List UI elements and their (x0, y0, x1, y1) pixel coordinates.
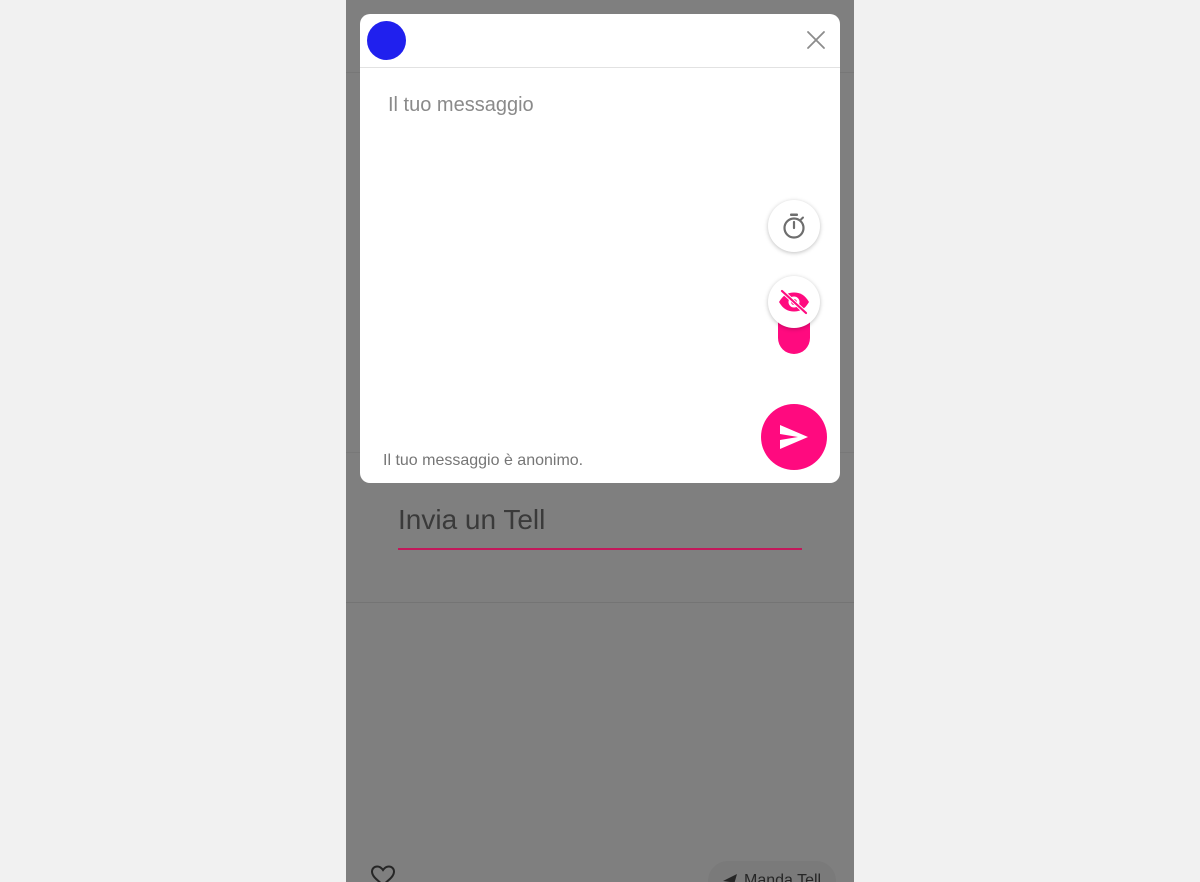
eye-off-icon (779, 289, 809, 315)
timer-button[interactable] (768, 200, 820, 252)
compose-modal: Il tuo messaggio è anonimo. (360, 14, 840, 483)
anonymous-note: Il tuo messaggio è anonimo. (383, 452, 584, 469)
visibility-toggle-button[interactable] (768, 276, 820, 328)
content-divider (346, 602, 854, 603)
invia-tell-text: Invia un Tell (398, 504, 546, 535)
send-button[interactable] (761, 404, 827, 470)
paper-plane-icon (723, 874, 737, 882)
close-icon[interactable] (806, 30, 826, 50)
stopwatch-icon (783, 213, 805, 239)
message-input[interactable] (388, 94, 748, 414)
send-icon (780, 425, 808, 449)
modal-header (360, 14, 840, 68)
avatar (367, 21, 406, 60)
manda-tell-label: Manda Tell (744, 872, 822, 882)
manda-tell-button[interactable]: Manda Tell (708, 861, 836, 882)
heart-icon[interactable] (370, 864, 400, 882)
invia-tell-field[interactable]: Invia un Tell (398, 498, 802, 550)
